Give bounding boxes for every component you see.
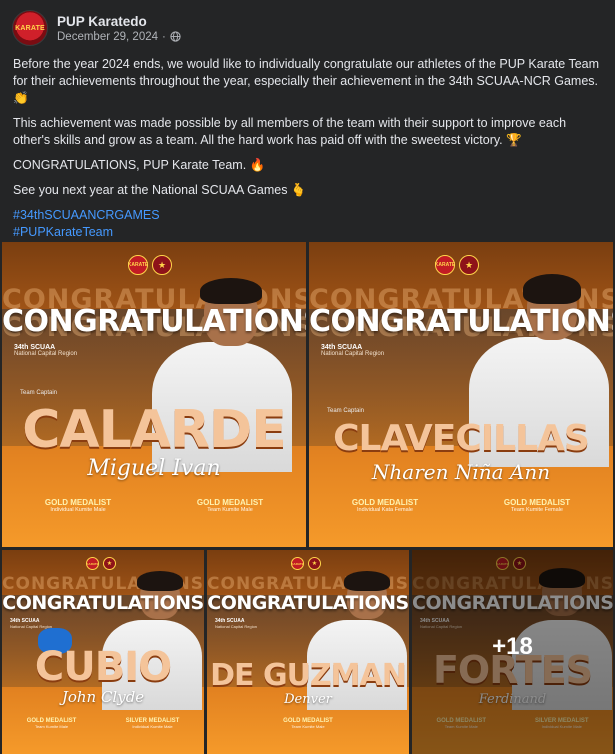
congratulations-banner: CONGRATULATIONS bbox=[2, 304, 306, 339]
post-header: KARATE PUP Karatedo December 29, 2024 · bbox=[12, 10, 181, 46]
post-date[interactable]: December 29, 2024 bbox=[57, 31, 158, 43]
logos: KARATE ★ bbox=[435, 255, 479, 275]
athlete-firstname: Nharen Niña Ann bbox=[371, 460, 551, 484]
athlete-firstname: Miguel Ivan bbox=[87, 456, 221, 481]
medal-item: GOLD MEDALIST Individual Kata Female bbox=[351, 498, 419, 513]
post-paragraph: CONGRATULATIONS, PUP Karate Team. 🔥 bbox=[13, 158, 266, 172]
dot-separator: · bbox=[162, 30, 166, 43]
karate-logo-icon: KARATE bbox=[86, 557, 99, 570]
avatar-logo-text: KARATE bbox=[15, 24, 45, 32]
post-body: Before the year 2024 ends, we would like… bbox=[13, 56, 605, 241]
team-captain-label: Team Captain bbox=[20, 390, 58, 396]
team-captain-label: Team Captain bbox=[327, 408, 365, 414]
pup-seal-icon: ★ bbox=[308, 557, 321, 570]
hashtag-link[interactable]: #PUPKarateTeam bbox=[13, 224, 605, 241]
medal-item: GOLD MEDALIST Team Kumite Male bbox=[283, 718, 333, 729]
congratulations-banner: CONGRATULATIONS bbox=[309, 304, 613, 339]
post-paragraph: See you next year at the National SCUAA … bbox=[13, 183, 307, 197]
pup-seal-icon: ★ bbox=[459, 255, 479, 275]
medal-list: GOLD MEDALIST Team Kumite Male SILVER ME… bbox=[2, 718, 204, 729]
more-photos-count: +18 bbox=[492, 633, 533, 660]
athlete-surname: CUBIO bbox=[34, 644, 172, 690]
medal-item: GOLD MEDALIST Team Kumite Male bbox=[26, 718, 77, 729]
logos: KARATE ★ bbox=[128, 255, 172, 275]
pup-seal-icon: ★ bbox=[103, 557, 116, 570]
karate-logo-icon: KARATE bbox=[128, 255, 148, 275]
pup-seal-icon: ★ bbox=[152, 255, 172, 275]
medal-item: SILVER MEDALIST Individual Kumite Male bbox=[125, 718, 180, 729]
congratulations-banner: CONGRATULATIONS bbox=[2, 592, 204, 614]
medal-list: GOLD MEDALIST Team Kumite Male bbox=[207, 718, 409, 729]
photo-tile-cubio[interactable]: CONGRATULATIONS KARATE ★ CONGRATULATIONS… bbox=[2, 550, 204, 754]
event-name: 34th SCUAA National Capital Region bbox=[10, 618, 53, 629]
logos: KARATE ★ bbox=[291, 557, 321, 570]
event-name: 34th SCUAA National Capital Region bbox=[321, 344, 385, 357]
medal-item: GOLD MEDALIST Team Kumite Female bbox=[503, 498, 571, 513]
post-paragraph: Before the year 2024 ends, we would like… bbox=[13, 57, 600, 105]
photo-tile-de-guzman[interactable]: CONGRATULATIONS KARATE ★ CONGRATULATIONS… bbox=[207, 550, 409, 754]
logos: KARATE ★ bbox=[86, 557, 116, 570]
more-photos-overlay[interactable]: +18 bbox=[412, 550, 613, 754]
athlete-firstname: Denver bbox=[284, 692, 332, 707]
athlete-surname: CALARDE bbox=[22, 400, 287, 460]
karate-logo-icon: KARATE bbox=[291, 557, 304, 570]
page-name[interactable]: PUP Karatedo bbox=[57, 14, 181, 29]
athlete-surname: DE GUZMAN bbox=[210, 658, 407, 693]
event-name: 34th SCUAA National Capital Region bbox=[14, 344, 78, 357]
congratulations-banner: CONGRATULATIONS bbox=[207, 592, 409, 614]
globe-icon[interactable] bbox=[170, 31, 181, 42]
event-name: 34th SCUAA National Capital Region bbox=[215, 618, 258, 629]
post-subline: December 29, 2024 · bbox=[57, 31, 181, 43]
medal-item: GOLD MEDALIST Individual Kumite Male bbox=[44, 498, 112, 513]
athlete-firstname: John Clyde bbox=[61, 688, 145, 706]
hashtag-link[interactable]: #34thSCUAANCRGAMES bbox=[13, 207, 605, 224]
medal-list: GOLD MEDALIST Individual Kumite Male GOL… bbox=[2, 498, 306, 513]
medal-item: GOLD MEDALIST Team Kumite Male bbox=[196, 498, 264, 513]
photo-tile-calarde[interactable]: CONGRATULATIONS CONGRATULATIONS KARATE ★… bbox=[2, 242, 306, 547]
photo-tile-fortes[interactable]: CONGRATULATIONS KARATE ★ CONGRATULATIONS… bbox=[412, 550, 613, 754]
avatar[interactable]: KARATE bbox=[12, 10, 48, 46]
post-meta: PUP Karatedo December 29, 2024 · bbox=[57, 14, 181, 43]
photo-tile-clavecillas[interactable]: CONGRATULATIONS CONGRATULATIONS KARATE ★… bbox=[309, 242, 613, 547]
medal-list: GOLD MEDALIST Individual Kata Female GOL… bbox=[309, 498, 613, 513]
karate-logo-icon: KARATE bbox=[435, 255, 455, 275]
post-paragraph: This achievement was made possible by al… bbox=[13, 116, 567, 147]
athlete-surname: CLAVECILLAS bbox=[333, 418, 590, 459]
